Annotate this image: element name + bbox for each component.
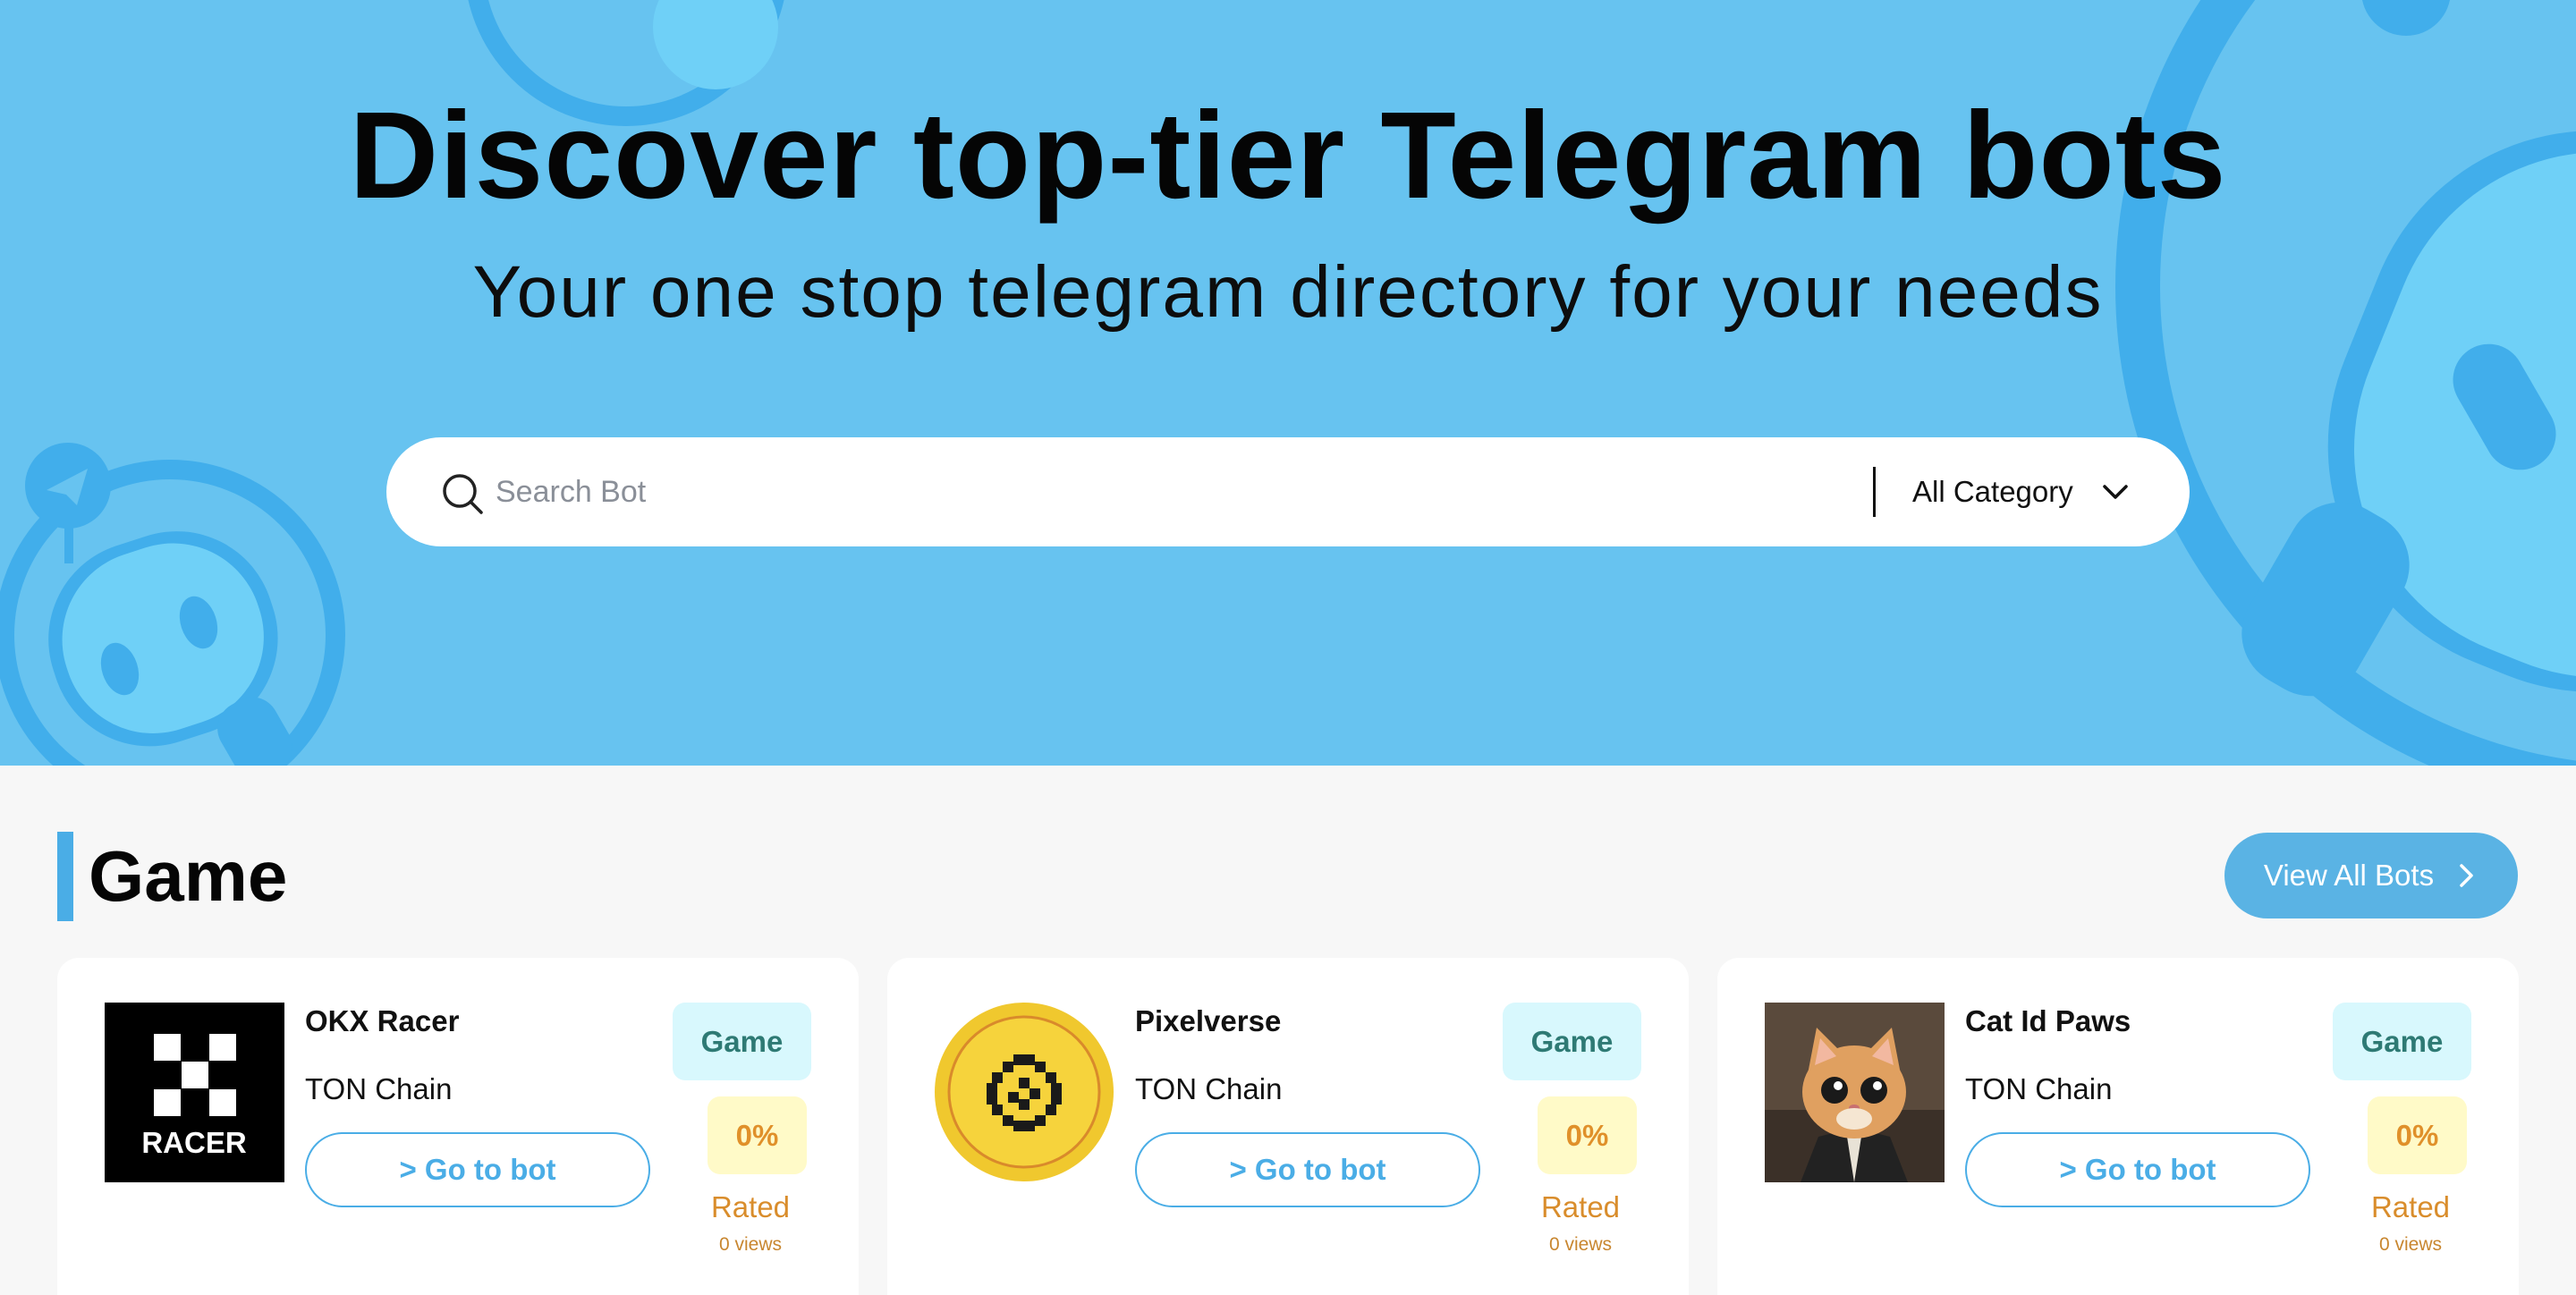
go-to-bot-button[interactable]: > Go to bot bbox=[1135, 1132, 1480, 1207]
bot-name: Cat Id Paws bbox=[1965, 1004, 2131, 1037]
hero-banner: Discover top-tier Telegram bots Your one… bbox=[0, 0, 2576, 766]
chevron-down-icon bbox=[2103, 485, 2128, 499]
rating-badge: 0% bbox=[2368, 1096, 2467, 1174]
go-to-bot-button[interactable]: > Go to bot bbox=[305, 1132, 650, 1207]
go-to-bot-button[interactable]: > Go to bot bbox=[1965, 1132, 2310, 1207]
rated-label: Rated bbox=[2370, 1190, 2451, 1223]
view-all-bots-button[interactable]: View All Bots bbox=[2224, 833, 2518, 918]
bot-card[interactable]: RACER OKX Racer TON Chain > Go to bot Ga… bbox=[57, 958, 859, 1295]
section-title: Game bbox=[89, 836, 288, 916]
bot-chain: TON Chain bbox=[1135, 1072, 1283, 1105]
category-dropdown-label: All Category bbox=[1912, 475, 2073, 508]
views-count: 0 views bbox=[1548, 1234, 1613, 1255]
hero-subtitle: Your one stop telegram directory for you… bbox=[472, 251, 2104, 333]
search-icon bbox=[443, 474, 483, 514]
cat-id-paws-avatar bbox=[1765, 1003, 1945, 1182]
bot-name: Pixelverse bbox=[1135, 1004, 1282, 1037]
search-bar: All Category bbox=[386, 437, 2190, 546]
bot-name: OKX Racer bbox=[305, 1004, 460, 1037]
views-count: 0 views bbox=[2378, 1234, 2443, 1255]
bot-card[interactable]: Cat Id Paws TON Chain > Go to bot Game 0… bbox=[1717, 958, 2519, 1295]
hero-title: Discover top-tier Telegram bots bbox=[349, 87, 2227, 224]
rated-label: Rated bbox=[1540, 1190, 1621, 1223]
chevron-right-icon bbox=[2460, 864, 2473, 887]
bot-card[interactable]: Pixelverse TON Chain > Go to bot Game 0%… bbox=[887, 958, 1689, 1295]
search-divider bbox=[1873, 467, 1876, 517]
okx-racer-logo: RACER bbox=[105, 1003, 284, 1182]
rated-label: Rated bbox=[710, 1190, 791, 1223]
pixelverse-logo bbox=[935, 1003, 1114, 1181]
rating-badge: 0% bbox=[1538, 1096, 1637, 1174]
category-badge: Game bbox=[1503, 1003, 1641, 1080]
bot-chain: TON Chain bbox=[305, 1072, 453, 1105]
rating-badge: 0% bbox=[708, 1096, 807, 1174]
views-count: 0 views bbox=[718, 1234, 783, 1255]
bot-chain: TON Chain bbox=[1965, 1072, 2113, 1105]
category-badge: Game bbox=[2333, 1003, 2471, 1080]
category-dropdown[interactable]: All Category bbox=[1912, 464, 2131, 520]
category-badge: Game bbox=[673, 1003, 811, 1080]
okx-racer-logo-text: RACER bbox=[141, 1126, 247, 1159]
section-accent-bar bbox=[57, 832, 73, 921]
view-all-bots-label: View All Bots bbox=[2263, 859, 2435, 892]
